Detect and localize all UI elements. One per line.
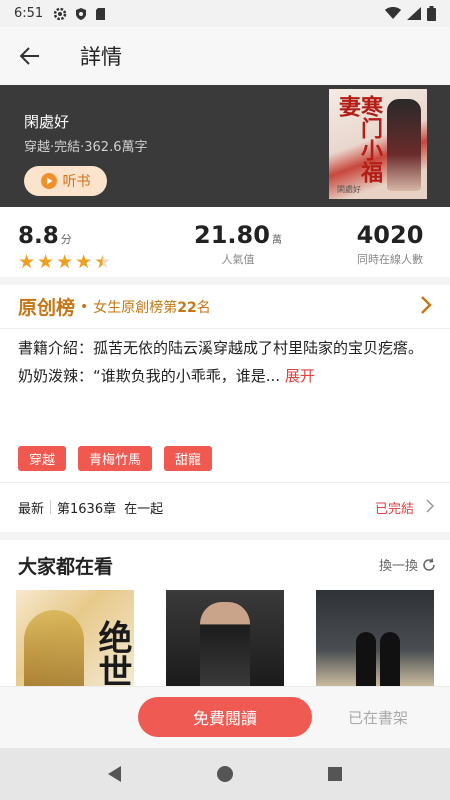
tag-chip[interactable]: 青梅竹馬: [78, 446, 153, 471]
wifi-icon: [385, 7, 401, 19]
section-divider: [0, 277, 450, 285]
completion-status: 已完結: [374, 501, 414, 517]
star-icon: ★: [75, 251, 93, 273]
latest-label: 最新: [18, 501, 45, 517]
in-shelf-button[interactable]: 已在書架: [348, 707, 408, 728]
chevron-right-icon: [426, 499, 434, 513]
book-author: 閑處好: [24, 113, 70, 131]
intro-line-2: 奶奶泼辣：“谁欺负我的小乖乖，谁是...: [18, 367, 281, 385]
separator: [50, 500, 52, 514]
rank-dot: •: [80, 298, 89, 315]
rating-unit: 分: [60, 233, 72, 246]
cover-figure: [387, 99, 421, 191]
rank-prefix: 女生原創榜第: [93, 299, 178, 316]
rank-number: 22: [177, 299, 197, 316]
popularity-unit: 萬: [271, 235, 282, 246]
system-nav-bar: [0, 748, 450, 800]
page-title: 詳情: [80, 45, 122, 69]
battery-icon: [427, 6, 436, 21]
rating-value: 8.8: [18, 223, 59, 249]
latest-chapter: 第1636章: [57, 501, 117, 517]
cover-figure: [356, 632, 376, 690]
latest-chapter-row[interactable]: 最新 第1636章 在一起 已完結: [0, 492, 450, 522]
section-divider: [0, 532, 450, 540]
tag-chip[interactable]: 穿越: [18, 446, 67, 471]
popularity-stat: 21.80 萬 人氣值: [188, 221, 288, 267]
rank-title: 原创榜: [18, 297, 76, 319]
bottom-action-bar: 免費閱讀 已在書架: [0, 686, 450, 748]
star-icon: ★: [18, 251, 36, 273]
online-value: 4020: [356, 221, 424, 249]
cover-author: 閑處好: [337, 185, 361, 194]
book-card[interactable]: [166, 590, 284, 690]
book-stats: 8.8 分 ★ ★ ★ ★ ★ 21.80 萬 人氣值 4020 同時在線人數: [0, 215, 450, 277]
rating-block: 8.8 分 ★ ★ ★ ★ ★: [18, 223, 111, 272]
free-read-button[interactable]: 免費閱讀: [138, 697, 312, 737]
sd-card-icon: [96, 7, 106, 20]
arrow-left-icon: [20, 47, 39, 65]
intro-line-1: 書籍介紹：孤苦无依的陆云溪穿越成了村里陆家的宝贝疙瘩。: [18, 339, 424, 357]
back-button[interactable]: [0, 27, 60, 85]
shield-icon: [76, 7, 87, 20]
star-icon: ★: [37, 251, 55, 273]
popularity-value: 21.80: [194, 221, 270, 249]
recents-square-icon[interactable]: [327, 766, 343, 782]
refresh-label: 換一換: [378, 559, 418, 574]
chevron-right-icon: [421, 296, 432, 314]
tag-list: 穿越 青梅竹馬 甜寵: [18, 446, 213, 471]
app-bar: 詳情: [0, 27, 450, 85]
rank-row[interactable]: 原创榜 • 女生原創榜第22名: [0, 285, 450, 329]
rank-subtitle: 女生原創榜第22名: [93, 297, 210, 317]
signal-icon: [407, 7, 421, 20]
recommend-list: 绝世: [16, 590, 434, 690]
book-card[interactable]: [316, 590, 434, 690]
cover-figure: [200, 602, 250, 690]
cover-glyph: 绝世: [92, 620, 132, 688]
home-circle-icon[interactable]: [216, 765, 234, 783]
tag-chip[interactable]: 甜寵: [164, 446, 213, 471]
expand-link[interactable]: 展开: [285, 367, 315, 385]
cover-figure: [24, 610, 84, 690]
refresh-icon: [423, 557, 435, 571]
listen-label: 听书: [62, 174, 91, 190]
book-cover[interactable]: 寒门小福妻 閑處好: [329, 89, 427, 199]
refresh-button[interactable]: 換一換: [379, 555, 436, 574]
book-meta: 穿越·完結·362.6萬字: [24, 140, 148, 155]
online-stat: 4020 同時在線人數: [340, 221, 440, 267]
cover-figure: [380, 632, 400, 690]
popularity-label: 人氣值: [221, 253, 255, 266]
book-hero: 閑處好 穿越·完結·362.6萬字 听书 寒门小福妻 閑處好: [0, 85, 450, 207]
half-star-icon: ★: [94, 251, 112, 273]
row-divider: [0, 482, 450, 483]
settings-icon: [53, 7, 67, 20]
book-card[interactable]: 绝世: [16, 590, 134, 690]
book-intro: 書籍介紹：孤苦无依的陆云溪穿越成了村里陆家的宝贝疙瘩。 奶奶泼辣：“谁欺负我的小…: [18, 334, 433, 390]
status-bar: 6:51: [0, 0, 450, 27]
star-icon: ★: [56, 251, 74, 273]
back-triangle-icon[interactable]: [107, 765, 123, 783]
latest-chapter-title: 在一起: [124, 501, 164, 517]
rank-suffix: 名: [196, 299, 211, 316]
online-label: 同時在線人數: [357, 253, 423, 266]
play-icon: [40, 173, 57, 189]
section-title: 大家都在看: [18, 556, 114, 578]
star-rating: ★ ★ ★ ★ ★: [18, 253, 111, 272]
listen-button[interactable]: 听书: [24, 166, 107, 196]
status-time: 6:51: [14, 6, 44, 21]
